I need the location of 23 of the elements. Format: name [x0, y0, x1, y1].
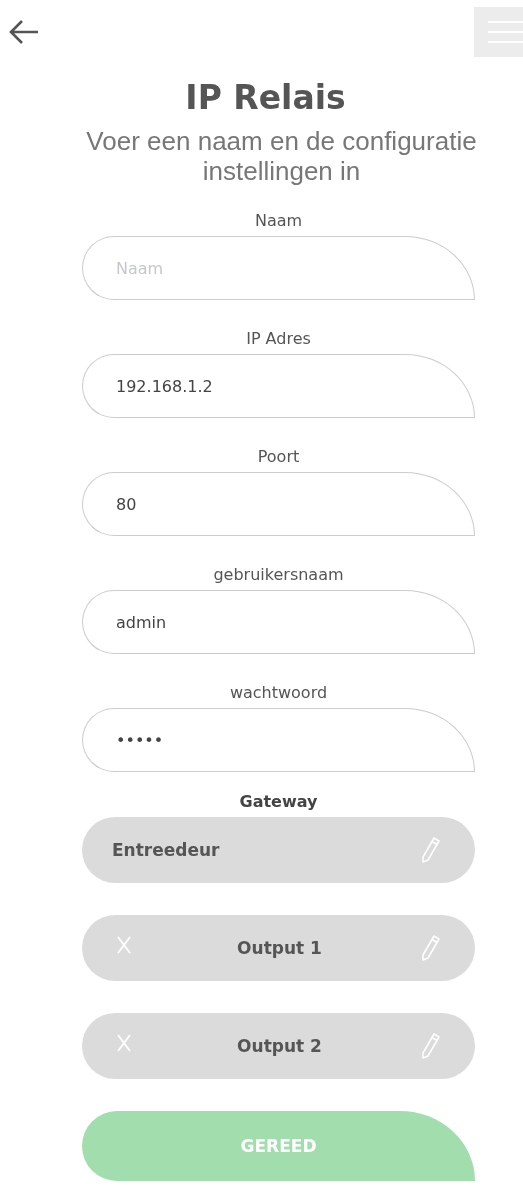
input-field[interactable]: ••••• [82, 708, 475, 772]
section-heading: Gateway [239, 791, 318, 813]
close-icon[interactable] [116, 935, 132, 955]
field-label: Poort [257, 446, 300, 468]
pencil-icon[interactable] [419, 1032, 441, 1060]
field-label: wachtwoord [229, 682, 328, 704]
field-label: Naam [254, 210, 303, 232]
input-field[interactable]: admin [82, 590, 475, 654]
gateway-item[interactable]: Output 1 [82, 915, 475, 981]
back-button[interactable] [8, 18, 40, 46]
input-field[interactable]: 192.168.1.2 [82, 354, 475, 418]
page-subtitle: Voer een naam en de configuratie instellingen in [85, 126, 478, 186]
input-field[interactable]: 80 [82, 472, 475, 536]
pencil-icon[interactable] [419, 934, 441, 962]
gateway-item[interactable]: Entreedeur [82, 817, 475, 883]
input-field[interactable]: Naam [82, 236, 475, 300]
close-icon[interactable] [116, 1033, 132, 1053]
back-arrow-icon [8, 18, 40, 46]
page-title: IP Relais [184, 77, 347, 119]
field-label: gebruikersnaam [213, 564, 344, 586]
field-label: IP Adres [246, 328, 311, 350]
pencil-icon[interactable] [419, 836, 441, 864]
gateway-item[interactable]: Output 2 [82, 1013, 475, 1079]
